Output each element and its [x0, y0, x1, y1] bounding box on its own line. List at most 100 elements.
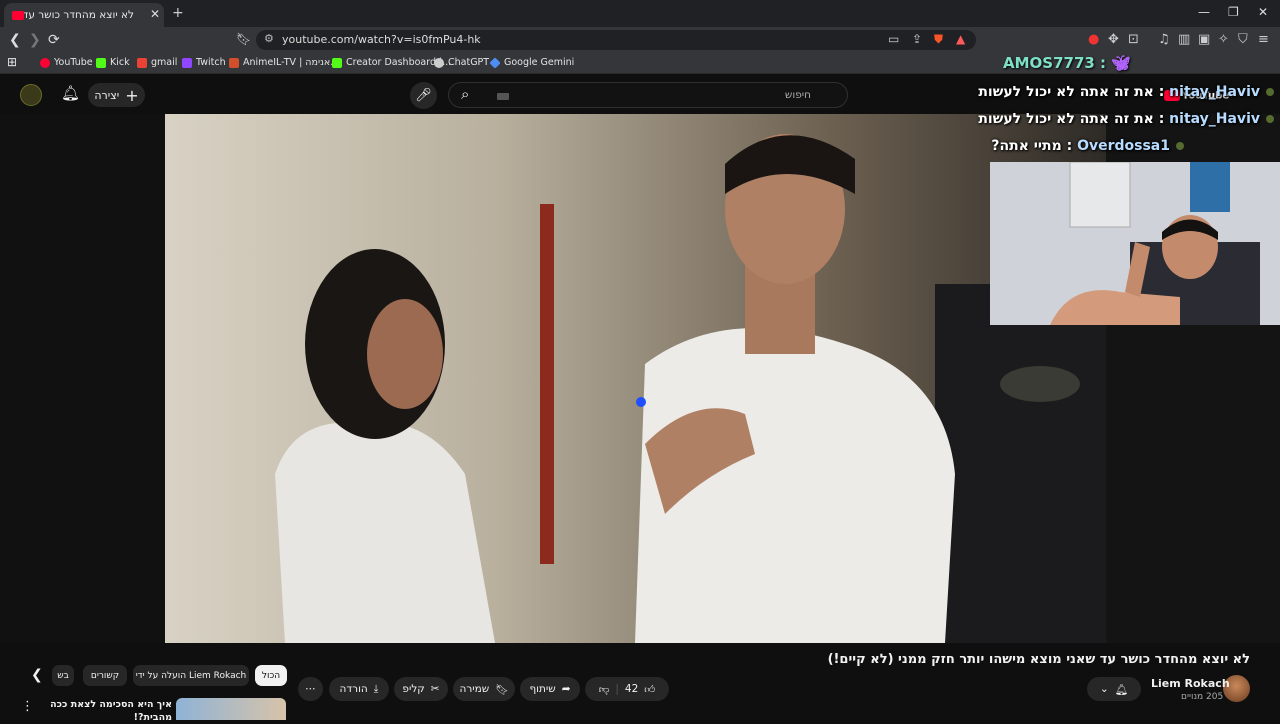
- search-input[interactable]: חיפוש ⌕: [448, 82, 848, 108]
- bookmark-twitch[interactable]: Twitch: [182, 57, 226, 68]
- more-actions-button[interactable]: ⋯: [298, 677, 323, 701]
- bookmark-youtube[interactable]: YouTube: [40, 57, 93, 68]
- browser-tab-active[interactable]: לא יוצא מהחדר כושר עד שאני מו ✕: [4, 3, 164, 27]
- site-info-icon[interactable]: ⚙: [264, 32, 274, 45]
- save-button[interactable]: שמירה 🔖︎: [453, 677, 515, 701]
- kick-icon: [96, 57, 106, 68]
- recommendation-title[interactable]: איך היא הסכימה לצאת ככה מהבית?!: [40, 698, 172, 724]
- youtube-icon: [40, 57, 50, 68]
- download-icon: ⤓: [373, 682, 379, 695]
- gmail-icon: [137, 57, 147, 68]
- voice-search-mic-icon[interactable]: 🎤︎: [410, 82, 437, 109]
- browser-tab-strip: לא יוצא מהחדר כושר עד שאני מו ✕ + — ❐ ✕: [0, 0, 1280, 27]
- clip-label: קליפ: [402, 683, 425, 695]
- minimize-icon[interactable]: —: [1198, 5, 1210, 19]
- tab-title: לא יוצא מהחדר כושר עד שאני מו: [24, 9, 134, 21]
- back-icon[interactable]: ❮: [9, 32, 21, 48]
- chat-message: nitay_Haviv : את זה אתה לא יכול לעשות: [978, 84, 1274, 100]
- video-title: לא יוצא מהחדר כושר עד שאני מוצא מישהו יו…: [827, 652, 1250, 667]
- subscribed-button[interactable]: ⌄ 🔔︎: [1087, 677, 1141, 701]
- clip-button[interactable]: קליפ ✂: [394, 677, 448, 701]
- notifications-bell-icon[interactable]: 🔔︎: [61, 84, 80, 102]
- chat-badge-icon: [1266, 88, 1274, 96]
- bookmark-page-icon[interactable]: 🔖︎: [236, 32, 251, 46]
- new-tab-button[interactable]: +: [172, 5, 184, 21]
- restore-icon[interactable]: ❐: [1228, 5, 1239, 19]
- address-bar[interactable]: ⚙ youtube.com/watch?v=is0fmPu4-hk ▭ ⇪ ⛊ …: [256, 30, 976, 50]
- share-icon: ➦: [561, 683, 571, 695]
- like-dislike-group: 👎︎ | 42 👍︎: [585, 677, 669, 701]
- channel-name[interactable]: Liem Rokach: [1151, 677, 1230, 690]
- chat-badge-icon: [1176, 142, 1184, 150]
- wallet-icon[interactable]: ▣: [1198, 32, 1210, 47]
- bookmark-gemini[interactable]: Google Gemini: [489, 56, 574, 69]
- bookmark-chatgpt[interactable]: ChatGPT: [434, 57, 489, 68]
- stream-chat-overlay: nitay_Haviv : את זה אתה לא יכול לעשות ni…: [978, 52, 1280, 162]
- twitch-icon: [182, 57, 192, 68]
- download-label: הורדה: [339, 683, 368, 695]
- gemini-icon: [489, 56, 501, 69]
- reload-icon[interactable]: ⟳: [48, 32, 60, 48]
- bookmark-kick[interactable]: Kick: [96, 57, 130, 68]
- download-button[interactable]: הורדה ⤓: [329, 677, 389, 701]
- animeil-icon: [229, 57, 239, 68]
- create-label: יצירה: [94, 88, 120, 102]
- chip-uploaded-by[interactable]: הועלה על ידי Liem Rokach: [133, 665, 249, 686]
- leo-ai-icon[interactable]: ✧: [1218, 32, 1229, 47]
- recommendation-menu-icon[interactable]: ⋮: [21, 699, 34, 714]
- chip-all[interactable]: הכול: [255, 665, 287, 686]
- window-close-icon[interactable]: ✕: [1258, 5, 1268, 19]
- extension-record-icon[interactable]: ●: [1088, 32, 1099, 47]
- left-dark-pane: [0, 114, 165, 643]
- url-text: youtube.com/watch?v=is0fmPu4-hk: [282, 33, 481, 46]
- brave-shield-icon[interactable]: ⛊: [934, 32, 943, 47]
- more-horizontal-icon: ⋯: [305, 683, 316, 695]
- menu-icon[interactable]: ≡: [1258, 32, 1269, 47]
- chevron-down-icon: ⌄: [1099, 683, 1109, 695]
- chip-related[interactable]: קשורים: [83, 665, 127, 686]
- streamer-webcam: [990, 162, 1280, 325]
- share-label: שיתוף: [529, 683, 556, 695]
- bookmark-gmail[interactable]: gmail: [137, 57, 177, 68]
- extension-screenshot-icon[interactable]: ⊡: [1128, 32, 1139, 47]
- search-icon[interactable]: ⌕: [461, 85, 469, 103]
- kick-icon: [332, 57, 342, 68]
- chat-message: Overdossa1 : מתיי אתה?: [991, 138, 1184, 154]
- subscriber-count: 205 מנויים: [1181, 692, 1224, 702]
- bell-icon: 🔔︎: [1114, 683, 1129, 696]
- keyboard-icon[interactable]: [497, 93, 509, 100]
- browser-toolbar: ❮ ❯ ⟳ 🔖︎ ⚙ youtube.com/watch?v=is0fmPu4-…: [0, 27, 1280, 53]
- bookmark-icon: 🔖︎: [495, 683, 509, 696]
- chatgpt-icon: [434, 57, 444, 68]
- apps-grid-icon[interactable]: ⊞: [7, 55, 17, 69]
- search-placeholder: חיפוש: [784, 89, 811, 101]
- sidebar-icon[interactable]: ▥: [1178, 32, 1190, 47]
- extension-puzzle-icon[interactable]: ✥: [1108, 32, 1119, 47]
- webcam-illustration: [990, 162, 1280, 325]
- create-button[interactable]: יצירה +: [88, 83, 145, 107]
- chips-prev-icon[interactable]: ❮: [31, 667, 43, 683]
- chat-message: nitay_Haviv : את זה אתה לא יכול לעשות: [978, 111, 1274, 127]
- scissors-icon: ✂: [430, 683, 440, 695]
- vpn-icon[interactable]: ⛉: [1238, 32, 1248, 47]
- media-controls-icon[interactable]: ♫: [1158, 32, 1170, 47]
- chat-badge-icon: [1266, 115, 1274, 123]
- bookmark-animeil[interactable]: AnimeIL-TV | אנימה...: [229, 57, 339, 68]
- recommendation-thumbnail[interactable]: [176, 698, 286, 720]
- share-button[interactable]: שיתוף ➦: [520, 677, 580, 701]
- plus-icon: +: [125, 85, 139, 105]
- video-player[interactable]: [165, 114, 1106, 643]
- brave-rewards-icon[interactable]: ▲: [956, 32, 965, 46]
- tab-close-icon[interactable]: ✕: [150, 7, 160, 21]
- save-label: שמירה: [459, 683, 490, 695]
- account-avatar[interactable]: [20, 84, 42, 106]
- like-count[interactable]: 42: [625, 683, 638, 695]
- forward-icon[interactable]: ❯: [29, 32, 41, 48]
- chip-cut[interactable]: בש: [52, 665, 74, 686]
- youtube-favicon-icon: [12, 11, 24, 20]
- cast-icon[interactable]: ▭: [888, 32, 899, 46]
- video-frame-illustration: [165, 114, 1106, 643]
- like-icon[interactable]: 👍︎: [644, 683, 655, 696]
- dislike-button[interactable]: 👎︎: [599, 683, 610, 696]
- share-page-icon[interactable]: ⇪: [912, 32, 922, 46]
